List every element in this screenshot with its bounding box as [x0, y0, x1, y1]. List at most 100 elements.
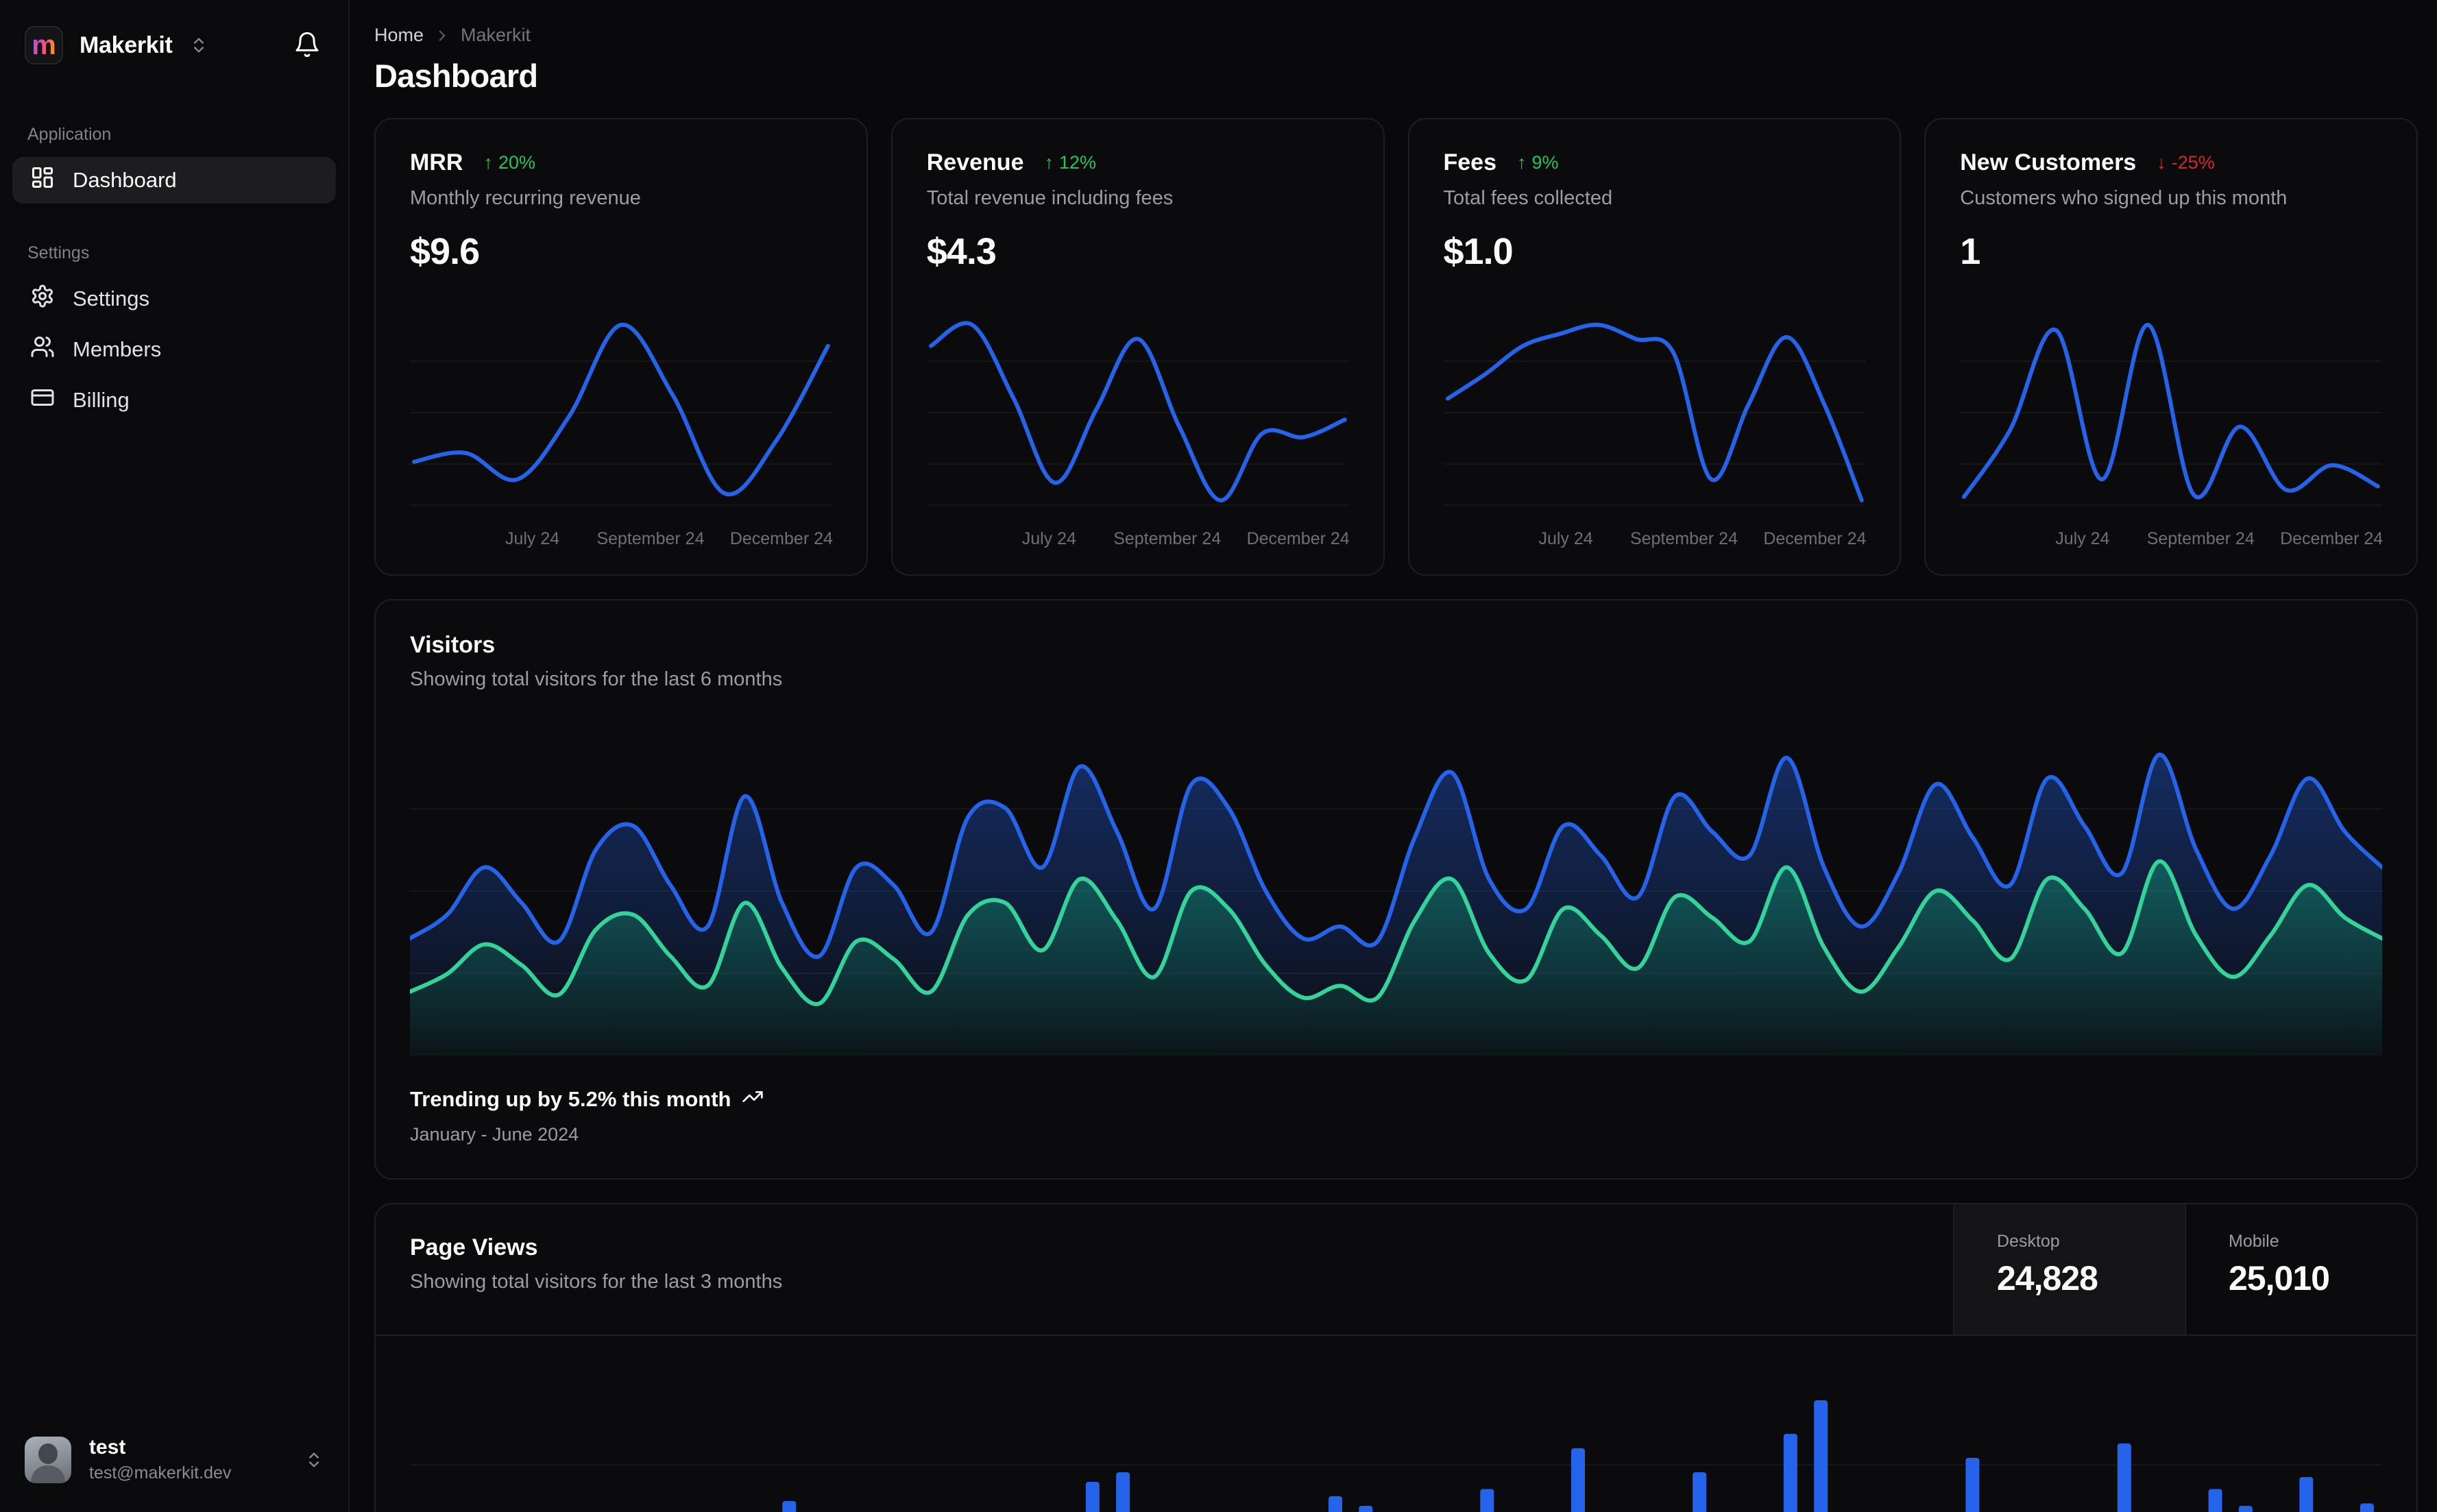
user-email: test@makerkit.dev: [89, 1463, 232, 1483]
breadcrumb: Home Makerkit: [374, 25, 2418, 46]
x-tick: September 24: [2146, 529, 2255, 548]
sparkline-chart: [1443, 322, 1866, 506]
x-tick: July 24: [1021, 529, 1076, 548]
breadcrumb-home-link[interactable]: Home: [374, 25, 424, 46]
credit-card-icon: [30, 385, 55, 415]
sparkline-chart: [1960, 323, 2382, 506]
stat-title: Revenue: [926, 149, 1024, 175]
stat-title: MRR: [410, 149, 463, 175]
sidebar: m Makerkit Application Dashboard Setting…: [0, 0, 350, 1512]
sidebar-nav: Application Dashboard Settings Settings …: [0, 85, 348, 428]
sparkline-x-axis: July 24 September 24 December 24: [410, 524, 833, 554]
trend-value: 9%: [1531, 152, 1559, 173]
toggle-desktop[interactable]: Desktop 24,828: [1953, 1204, 2185, 1334]
trend-value: 12%: [1058, 152, 1097, 173]
workspace-name: Makerkit: [80, 32, 173, 58]
breadcrumb-current: Makerkit: [461, 25, 531, 45]
trend-badge: ↑ 9%: [1517, 152, 1559, 173]
visitors-footer-text: Trending up by 5.2% this month: [410, 1087, 731, 1111]
sparkline-x-axis: July 24 September 24 December 24: [927, 524, 1350, 554]
sparkline-x-axis: July 24 September 24 December 24: [1960, 524, 2384, 554]
stat-subtitle: Total revenue including fees: [926, 187, 1174, 209]
stat-subtitle: Customers who signed up this month: [1960, 187, 2288, 209]
page-views-bar-chart: [410, 1400, 2382, 1512]
x-tick: December 24: [729, 529, 833, 548]
x-tick: December 24: [1763, 529, 1867, 548]
gear-icon: [30, 284, 55, 314]
page-title: Dashboard: [374, 58, 538, 94]
stat-title: Fees: [1443, 149, 1497, 175]
arrow-up-icon: ↑: [1044, 152, 1054, 173]
nav-section-settings: Settings: [27, 243, 90, 263]
stat-card-revenue: Revenue ↑ 12% Total revenue including fee…: [890, 118, 1385, 576]
x-tick: December 24: [2280, 529, 2384, 548]
x-tick: July 24: [2055, 529, 2110, 548]
sparkline-x-axis: July 24 September 24 December 24: [1444, 524, 1866, 554]
sidebar-item-label: Billing: [73, 388, 130, 412]
x-tick: July 24: [505, 529, 560, 548]
chevron-right-icon: [433, 27, 451, 45]
bell-icon: [293, 31, 321, 60]
page-views-title: Page Views: [410, 1234, 538, 1260]
stat-title: New Customers: [1960, 149, 2137, 175]
toggle-label: Mobile: [2229, 1232, 2279, 1251]
x-tick: September 24: [1113, 529, 1222, 548]
sparkline-chart: [926, 321, 1349, 506]
user-avatar: [25, 1436, 71, 1483]
stat-card-fees: Fees ↑ 9% Total fees collected $1.0 July …: [1407, 118, 1902, 576]
x-tick: September 24: [596, 529, 705, 548]
layout-dashboard-icon: [30, 165, 55, 195]
sparkline-chart: [410, 322, 832, 506]
sidebar-item-billing[interactable]: Billing: [12, 377, 336, 424]
workspace-selector[interactable]: m Makerkit: [25, 26, 293, 64]
trend-value: -25%: [2171, 152, 2215, 173]
logo-letter: m: [32, 30, 56, 60]
stat-value: $1.0: [1443, 231, 1514, 272]
user-name: test: [89, 1436, 126, 1459]
toggle-value: 25,010: [2229, 1259, 2330, 1297]
page-views-card: Page Views Showing total visitors for th…: [374, 1203, 2418, 1512]
chevrons-up-down-icon: [304, 1450, 324, 1470]
toggle-value: 24,828: [1997, 1259, 2098, 1297]
sidebar-item-members[interactable]: Members: [12, 326, 336, 373]
stat-subtitle: Monthly recurring revenue: [410, 187, 641, 209]
main-content: Home Makerkit Dashboard MRR ↑ 20% Monthly…: [350, 0, 2437, 1512]
x-tick: July 24: [1538, 529, 1593, 548]
visitors-card: Visitors Showing total visitors for the …: [374, 599, 2418, 1180]
visitors-title: Visitors: [410, 632, 496, 658]
sidebar-item-label: Members: [73, 337, 162, 361]
page-views-subtitle: Showing total visitors for the last 3 mo…: [410, 1271, 783, 1293]
arrow-down-icon: ↓: [2157, 152, 2166, 173]
stat-subtitle: Total fees collected: [1443, 187, 1613, 209]
notifications-button[interactable]: [293, 31, 321, 60]
trend-value: 20%: [498, 152, 535, 173]
stat-card-new-customers: New Customers ↓ -25% Customers who signed…: [1924, 118, 2418, 576]
arrow-up-icon: ↑: [1517, 152, 1527, 173]
user-menu[interactable]: test test@makerkit.dev: [0, 1415, 348, 1512]
trend-badge: ↑ 12%: [1044, 152, 1096, 173]
stat-value: 1: [1960, 231, 1980, 272]
x-tick: September 24: [1629, 529, 1738, 548]
visitors-date-range: January - June 2024: [410, 1124, 579, 1145]
trend-badge: ↑ 20%: [483, 152, 535, 173]
sidebar-item-label: Dashboard: [73, 168, 177, 192]
toggle-label: Desktop: [1997, 1232, 2060, 1251]
stat-card-mrr: MRR ↑ 20% Monthly recurring revenue $9.6 …: [374, 118, 868, 576]
visitors-subtitle: Showing total visitors for the last 6 mo…: [410, 668, 783, 690]
trend-badge: ↓ -25%: [2157, 152, 2215, 173]
sidebar-item-settings[interactable]: Settings: [12, 276, 336, 322]
trending-up-icon: [742, 1086, 764, 1113]
users-icon: [30, 334, 55, 365]
arrow-up-icon: ↑: [483, 152, 493, 173]
stat-value: $4.3: [926, 231, 997, 272]
toggle-mobile[interactable]: Mobile 25,010: [2185, 1204, 2416, 1334]
makerkit-logo: m: [25, 26, 63, 64]
stat-value: $9.6: [410, 231, 480, 272]
stats-row: MRR ↑ 20% Monthly recurring revenue $9.6 …: [374, 118, 2418, 576]
x-tick: December 24: [1246, 529, 1350, 548]
sidebar-item-label: Settings: [73, 286, 150, 310]
chevrons-up-down-icon: [189, 36, 208, 55]
visitors-area-chart: [410, 753, 2382, 1056]
nav-section-application: Application: [27, 125, 112, 144]
sidebar-item-dashboard[interactable]: Dashboard: [12, 157, 336, 204]
